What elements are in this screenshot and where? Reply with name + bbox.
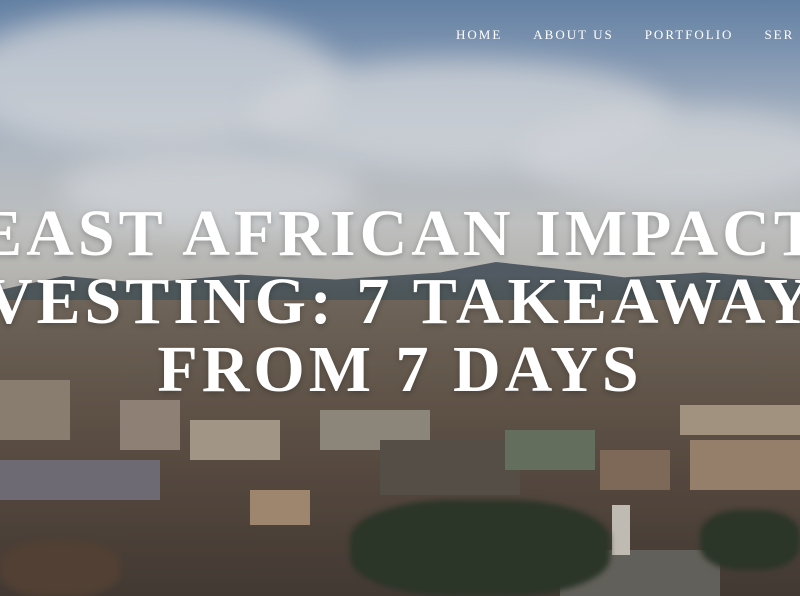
nav-portfolio-link[interactable]: PORTFOLIO (645, 27, 734, 43)
main-nav: HOME ABOUT US PORTFOLIO SER (456, 27, 794, 43)
nav-about-us-link[interactable]: ABOUT US (533, 27, 613, 43)
hero-title-line: FROM 7 DAYS (157, 333, 643, 406)
hero-section: HOME ABOUT US PORTFOLIO SER EAST AFRICAN… (0, 0, 800, 596)
hero-title: EAST AFRICAN IMPACT VESTING: 7 TAKEAWAY … (0, 200, 800, 404)
hero-title-line: EAST AFRICAN IMPACT (0, 197, 800, 270)
nav-services-link[interactable]: SER (764, 27, 794, 43)
nav-home-link[interactable]: HOME (456, 27, 502, 43)
hero-title-line: VESTING: 7 TAKEAWAY (0, 265, 800, 338)
